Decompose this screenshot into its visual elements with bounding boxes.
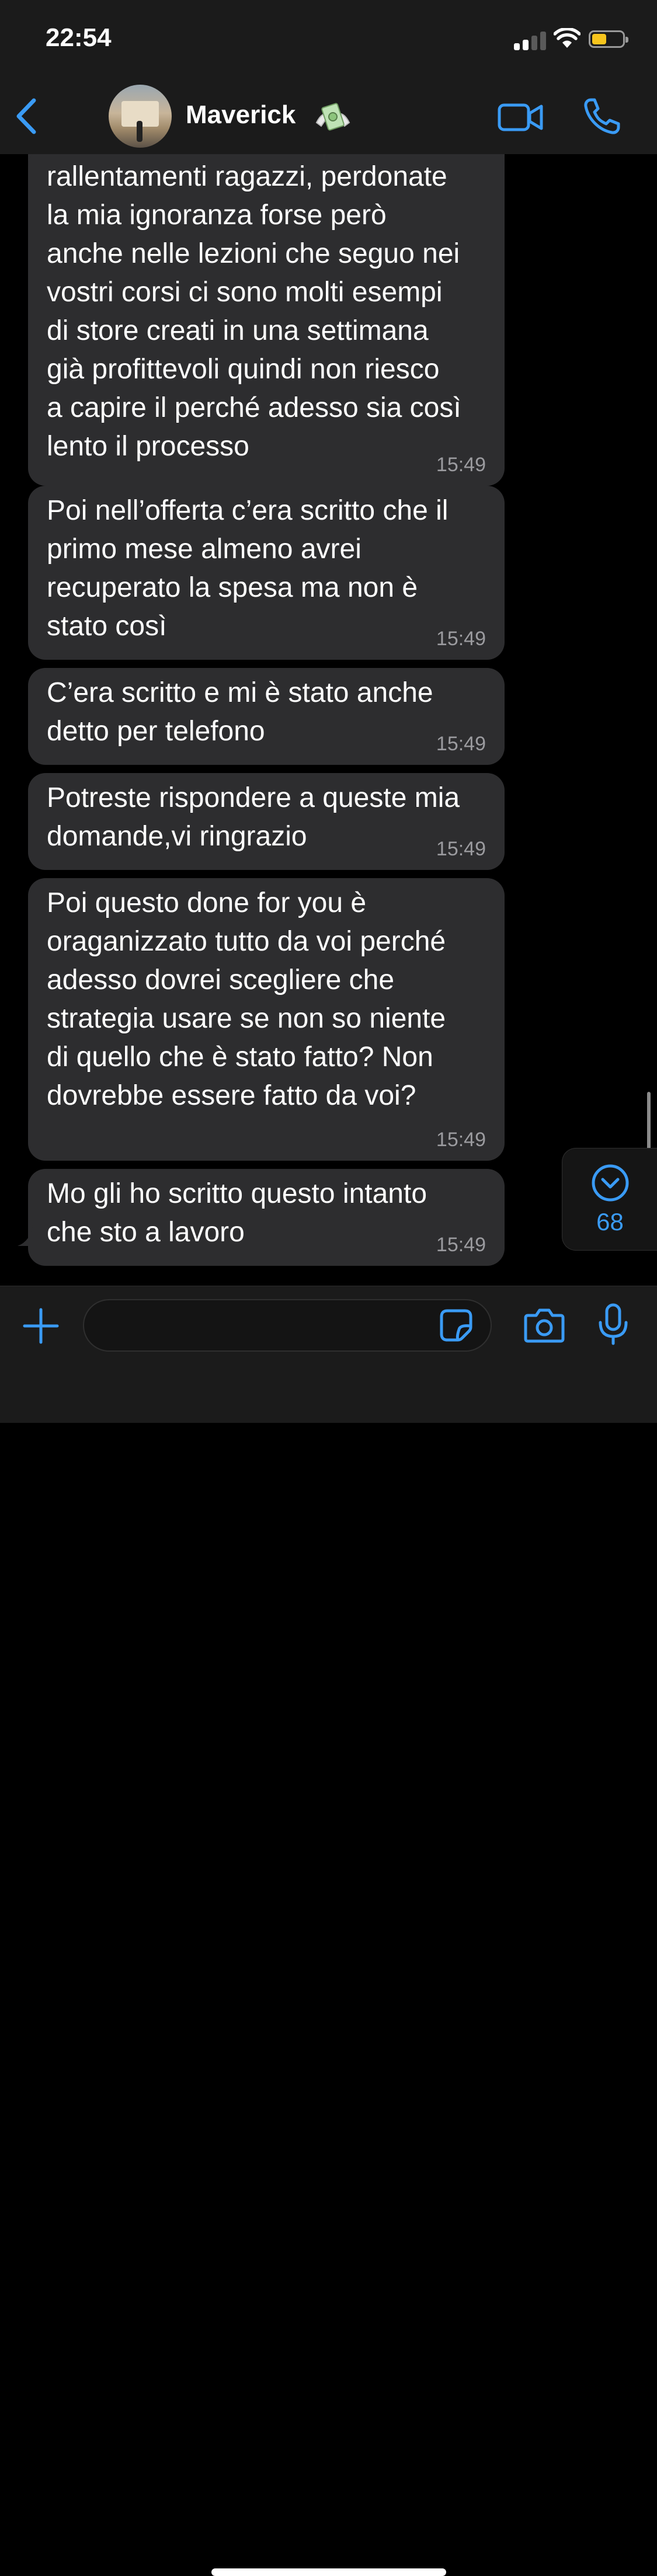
message-time: 15:49: [436, 733, 486, 755]
message-text: Potreste rispondere a queste mia domande…: [47, 782, 460, 852]
message-input[interactable]: [83, 1299, 492, 1352]
status-time: 22:54: [46, 23, 112, 52]
message-time: 15:49: [436, 1129, 486, 1151]
contact-name[interactable]: Maverick: [186, 100, 296, 130]
input-bar: [0, 1286, 657, 2576]
scroll-to-bottom-button[interactable]: 68: [562, 1148, 657, 1251]
home-indicator: [211, 2568, 446, 2576]
unread-count: 68: [596, 1208, 624, 1235]
message-time: 15:49: [436, 628, 486, 650]
message-bubble[interactable]: rallentamenti ragazzi, perdonate la mia …: [28, 154, 505, 486]
message-time: 15:49: [436, 838, 486, 860]
back-chevron-icon[interactable]: [13, 97, 39, 135]
status-bar: 22:54: [0, 0, 657, 82]
battery-icon: [589, 30, 628, 48]
message-text: C’era scritto e mi è stato anche detto p…: [47, 677, 433, 747]
message-text: rallentamenti ragazzi, perdonate la mia …: [47, 161, 461, 462]
bubble-tail: [18, 1225, 41, 1246]
message-time: 15:49: [436, 454, 486, 476]
wifi-icon: [554, 28, 580, 48]
chat-header: Maverick: [0, 82, 657, 155]
chevron-down-circle-icon: [592, 1164, 629, 1202]
cellular-signal-icon: [514, 30, 547, 50]
video-call-icon[interactable]: [498, 102, 544, 134]
scroll-indicator[interactable]: [647, 1092, 651, 1150]
message-bubble[interactable]: Poi nell’offerta c’era scritto che il pr…: [28, 486, 505, 660]
message-time: 15:49: [436, 1234, 486, 1256]
message-text: Poi nell’offerta c’era scritto che il pr…: [47, 495, 449, 642]
flying-money-icon: [315, 103, 350, 131]
contact-avatar[interactable]: [109, 85, 172, 148]
camera-icon[interactable]: [523, 1307, 565, 1343]
message-text: Mo gli ho scritto questo intanto che sto…: [47, 1178, 427, 1248]
message-text: Poi questo done for you è oraganizzato t…: [47, 887, 446, 1111]
message-list[interactable]: rallentamenti ragazzi, perdonate la mia …: [0, 154, 657, 1286]
message-bubble[interactable]: Potreste rispondere a queste mia domande…: [28, 773, 505, 870]
message-bubble[interactable]: Poi questo done for you è oraganizzato t…: [28, 878, 505, 1161]
message-bubble[interactable]: C’era scritto e mi è stato anche detto p…: [28, 668, 505, 765]
sticker-icon[interactable]: [439, 1308, 473, 1342]
phone-call-icon[interactable]: [583, 97, 621, 135]
message-bubble[interactable]: Mo gli ho scritto questo intanto che sto…: [28, 1169, 505, 1266]
microphone-icon[interactable]: [597, 1303, 630, 1347]
plus-icon[interactable]: [22, 1307, 60, 1345]
